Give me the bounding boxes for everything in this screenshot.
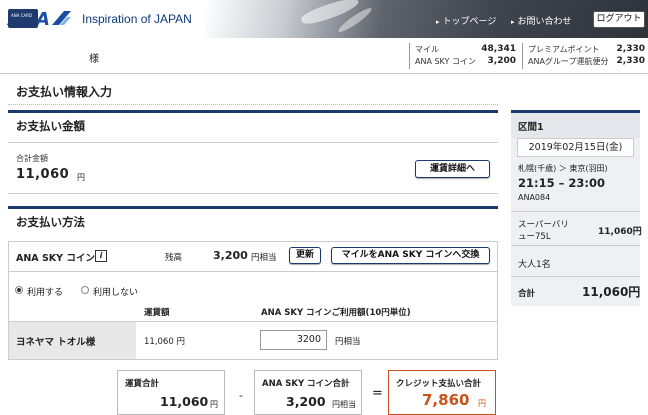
fare-type-line1: スーパーバリ — [518, 220, 569, 230]
equals-sign: = — [372, 386, 383, 401]
fare-detail-button[interactable]: 運賃詳細へ — [415, 160, 490, 178]
method-section-header: お支払い方法 — [8, 206, 498, 232]
radio-use[interactable]: 利用する — [15, 285, 75, 298]
premium-points-label: プレミアムポイント — [528, 45, 600, 54]
total-amount-value: 11,060 — [16, 167, 70, 182]
passenger-count: 大人1名 — [518, 260, 551, 270]
miles-label: マイル — [415, 45, 439, 54]
flight-number: ANA084 — [518, 193, 551, 202]
miles-value: 48,341 — [481, 44, 516, 54]
page-title: お支払い情報入力 — [16, 85, 113, 99]
total-amount-label: 合計金額 — [16, 154, 48, 163]
fare-total-value: 11,060 — [160, 394, 209, 409]
skycoin-value: 3,200 — [487, 56, 516, 66]
chevron-right-icon: ▸ — [511, 18, 515, 26]
credit-total-box: クレジット支払い合計 7,860 円 — [388, 370, 496, 415]
exchange-miles-button[interactable]: マイルをANA SKY コインへ交換 — [331, 247, 490, 264]
fare-total-box: 運賃合計 11,060 円 — [117, 370, 225, 415]
member-honorific: 様 — [89, 54, 99, 65]
segment-label: 区間1 — [518, 122, 544, 133]
flight-date: 2019年02月15日(金) — [517, 138, 634, 157]
group-flights-value: 2,330 — [616, 56, 645, 66]
skycoin-amount-input[interactable]: 3200 — [260, 330, 327, 350]
flight-route: 札幌(千歳) ＞ 東京(羽田) — [518, 164, 608, 173]
segment-header: 区間1 — [511, 110, 640, 138]
radio-no-use-button[interactable] — [81, 286, 89, 294]
chevron-right-icon: ▸ — [436, 18, 440, 26]
fare-value: 11,060 円 — [144, 337, 185, 347]
group-flights-label: ANAグループ運航便分 — [528, 57, 609, 66]
balance-label: 残高 — [165, 253, 183, 263]
skycoin-label: ANA SKY コイン — [415, 57, 476, 66]
skycoin-total-value: 3,200 — [286, 394, 326, 409]
method-section-title: お支払い方法 — [16, 215, 85, 229]
skycoin-method-label: ANA SKY コイン — [16, 253, 95, 264]
fare-type-line2: ュー75L — [518, 232, 551, 242]
ana-logo-swoosh-icon — [52, 11, 71, 25]
minus-sign: - — [239, 389, 243, 402]
radio-use-button[interactable] — [15, 286, 23, 294]
skycoin-amount-unit: 円相当 — [335, 337, 361, 347]
nav-top-page-link[interactable]: ▸ トップページ — [436, 14, 496, 27]
info-icon[interactable]: i — [95, 250, 107, 262]
passenger-name: ヨネヤマ トオル様 — [16, 337, 96, 348]
refresh-button[interactable]: 更新 — [289, 247, 321, 264]
ana-card-image: ANA CARD — [8, 9, 38, 28]
balance-unit: 円相当 — [251, 253, 277, 263]
premium-points-value: 2,330 — [616, 44, 645, 54]
skycoin-total-box: ANA SKY コイン合計 3,200 円相当 — [254, 370, 362, 415]
itinerary-total-label: 合計 — [518, 289, 536, 299]
tagline: Inspiration of JAPAN — [82, 12, 192, 26]
total-amount-unit: 円 — [77, 173, 85, 182]
header-map-image — [205, 0, 648, 38]
site-header: ANA Inspiration of JAPAN ▸トップページ ▸お問い合わせ… — [0, 0, 648, 38]
col-coin-use-header: ANA SKY コインご利用額(10円単位) — [261, 308, 411, 318]
credit-total-value: 7,860 — [422, 391, 470, 409]
nav-contact-link[interactable]: ▸ お問い合わせ — [511, 14, 572, 27]
radio-no-use[interactable]: 利用しない — [81, 285, 151, 298]
fare-price: 11,060円 — [598, 227, 642, 237]
flight-time: 21:15 – 23:00 — [518, 176, 605, 190]
amount-section-title: お支払い金額 — [16, 119, 85, 133]
itinerary-total-value: 11,060円 — [582, 285, 641, 299]
amount-section-header: お支払い金額 — [8, 110, 498, 136]
balance-value: 3,200 — [213, 249, 248, 262]
logout-button[interactable]: ログアウト — [593, 11, 645, 28]
col-fare-header: 運賃額 — [144, 308, 170, 318]
